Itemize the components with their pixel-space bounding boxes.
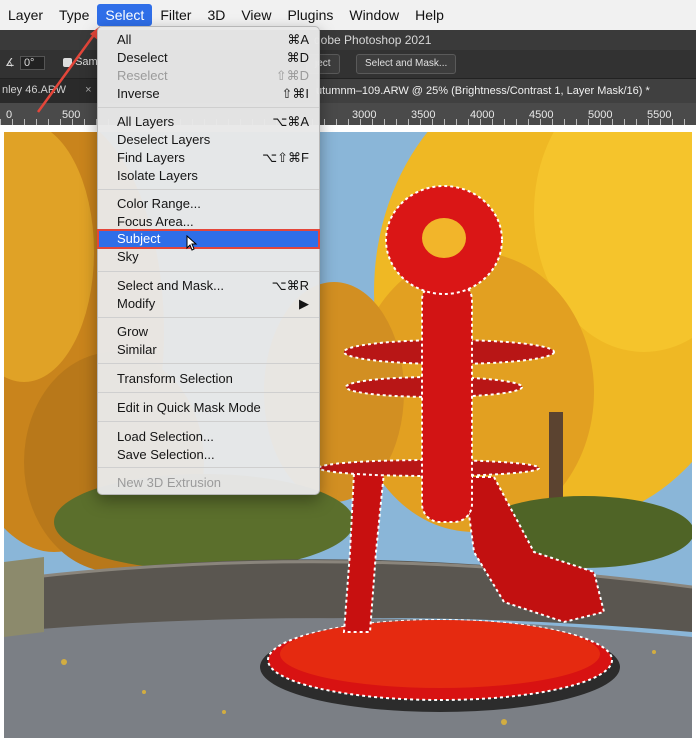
menu-separator bbox=[98, 392, 319, 393]
menu-item-quick-mask[interactable]: Edit in Quick Mask Mode bbox=[98, 399, 319, 417]
menu-item-load-selection[interactable]: Load Selection... bbox=[98, 428, 319, 446]
menu-separator bbox=[98, 317, 319, 318]
menu-filter[interactable]: Filter bbox=[152, 4, 199, 26]
menu-view[interactable]: View bbox=[233, 4, 279, 26]
menu-item-new-3d-extrusion: New 3D Extrusion bbox=[117, 475, 222, 490]
pointer-cursor-icon bbox=[186, 235, 198, 251]
menu-item-select-and-mask[interactable]: Select and Mask... ⌥⌘R bbox=[98, 277, 319, 295]
menu-plugins[interactable]: Plugins bbox=[279, 4, 341, 26]
menu-item-all[interactable]: All ⌘A bbox=[98, 31, 319, 49]
menu-item-grow[interactable]: Grow bbox=[98, 323, 319, 341]
menu-item-inverse[interactable]: Inverse ⇧⌘I bbox=[98, 85, 319, 103]
menu-item-all-layers[interactable]: All Layers ⌥⌘A bbox=[98, 113, 319, 131]
document-tab-2[interactable]: utumnm–109.ARW @ 25% (Brightness/Contras… bbox=[316, 79, 696, 103]
menu-separator bbox=[98, 363, 319, 364]
select-and-mask-button[interactable]: Select and Mask... bbox=[356, 54, 457, 74]
menu-item-deselect-layers[interactable]: Deselect Layers bbox=[98, 131, 319, 149]
menu-3d[interactable]: 3D bbox=[199, 4, 233, 26]
menu-item-modify[interactable]: Modify ▶ bbox=[98, 295, 319, 313]
menu-window[interactable]: Window bbox=[341, 4, 407, 26]
menu-separator bbox=[98, 189, 319, 190]
menu-separator bbox=[98, 271, 319, 272]
menu-item-transform-selection[interactable]: Transform Selection bbox=[98, 370, 319, 388]
menu-separator bbox=[98, 421, 319, 422]
menu-separator bbox=[98, 467, 319, 468]
select-dropdown-menu: All ⌘A Deselect ⌘D Reselect ⇧⌘D Inverse … bbox=[97, 26, 320, 495]
menu-item-save-selection[interactable]: Save Selection... bbox=[98, 446, 319, 464]
submenu-arrow-icon: ▶ bbox=[299, 296, 309, 311]
menu-item-reselect: Reselect ⇧⌘D bbox=[117, 68, 309, 83]
menu-item-color-range[interactable]: Color Range... bbox=[98, 195, 319, 213]
menu-item-similar[interactable]: Similar bbox=[98, 341, 319, 359]
menu-item-subject[interactable]: Subject bbox=[97, 229, 320, 249]
menu-item-isolate-layers[interactable]: Isolate Layers bbox=[98, 167, 319, 185]
window-title: dobe Photoshop 2021 bbox=[314, 33, 432, 47]
menu-item-deselect[interactable]: Deselect ⌘D bbox=[98, 49, 319, 67]
menu-help[interactable]: Help bbox=[407, 4, 452, 26]
menu-item-find-layers[interactable]: Find Layers ⌥⇧⌘F bbox=[98, 149, 319, 167]
menu-separator bbox=[98, 107, 319, 108]
menu-item-sky[interactable]: Sky bbox=[98, 248, 319, 266]
menu-item-focus-area[interactable]: Focus Area... bbox=[98, 213, 319, 231]
